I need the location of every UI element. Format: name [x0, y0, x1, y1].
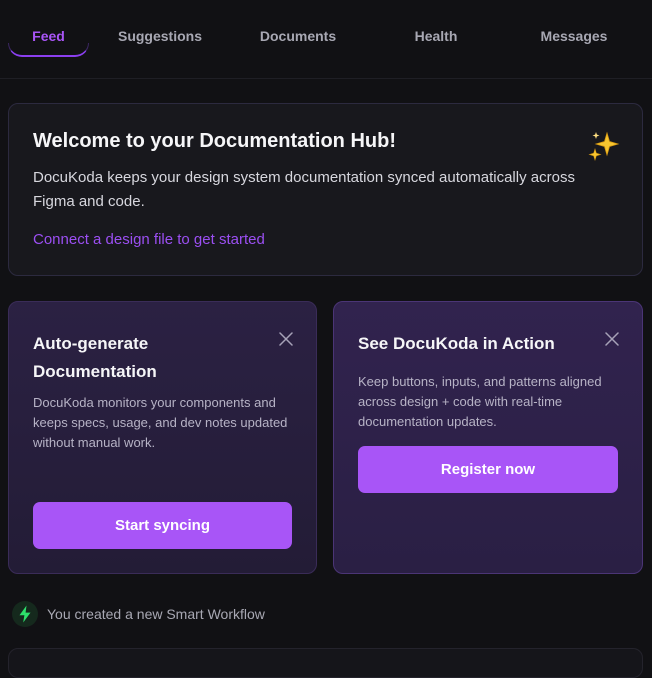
- tab-health[interactable]: Health: [386, 26, 486, 50]
- welcome-card: Welcome to your Documentation Hub! DocuK…: [8, 103, 643, 276]
- close-icon[interactable]: [279, 332, 293, 346]
- welcome-title: Welcome to your Documentation Hub!: [33, 130, 396, 152]
- sparkle-icon: [588, 131, 620, 162]
- welcome-description: DocuKoda keeps your design system docume…: [33, 169, 575, 210]
- see-in-action-card: See DocuKoda in Action Keep buttons, inp…: [333, 301, 643, 574]
- card-title: Auto-generate Documentation: [33, 334, 157, 381]
- card-title: See DocuKoda in Action: [358, 334, 555, 353]
- auto-generate-card: Auto-generate Documentation DocuKoda mon…: [8, 301, 317, 574]
- tab-documents[interactable]: Documents: [248, 26, 348, 50]
- feed-card-partial: [8, 648, 643, 678]
- close-icon[interactable]: [605, 332, 619, 346]
- lightning-bolt-icon: [12, 601, 38, 627]
- start-syncing-button[interactable]: Start syncing: [33, 502, 292, 549]
- connect-design-file-link[interactable]: Connect a design file to get started: [33, 231, 265, 248]
- card-description: DocuKoda monitors your components and ke…: [33, 395, 288, 450]
- activity-item: You created a new Smart Workflow: [8, 598, 408, 632]
- activity-text: You created a new Smart Workflow: [47, 606, 265, 622]
- card-description: Keep buttons, inputs, and patterns align…: [358, 374, 602, 429]
- register-now-button[interactable]: Register now: [358, 446, 618, 493]
- tab-messages[interactable]: Messages: [524, 26, 624, 50]
- tab-suggestions[interactable]: Suggestions: [110, 26, 210, 50]
- tab-bar: Feed Suggestions Documents Health Messag…: [0, 0, 652, 79]
- active-tab-indicator: [8, 43, 89, 57]
